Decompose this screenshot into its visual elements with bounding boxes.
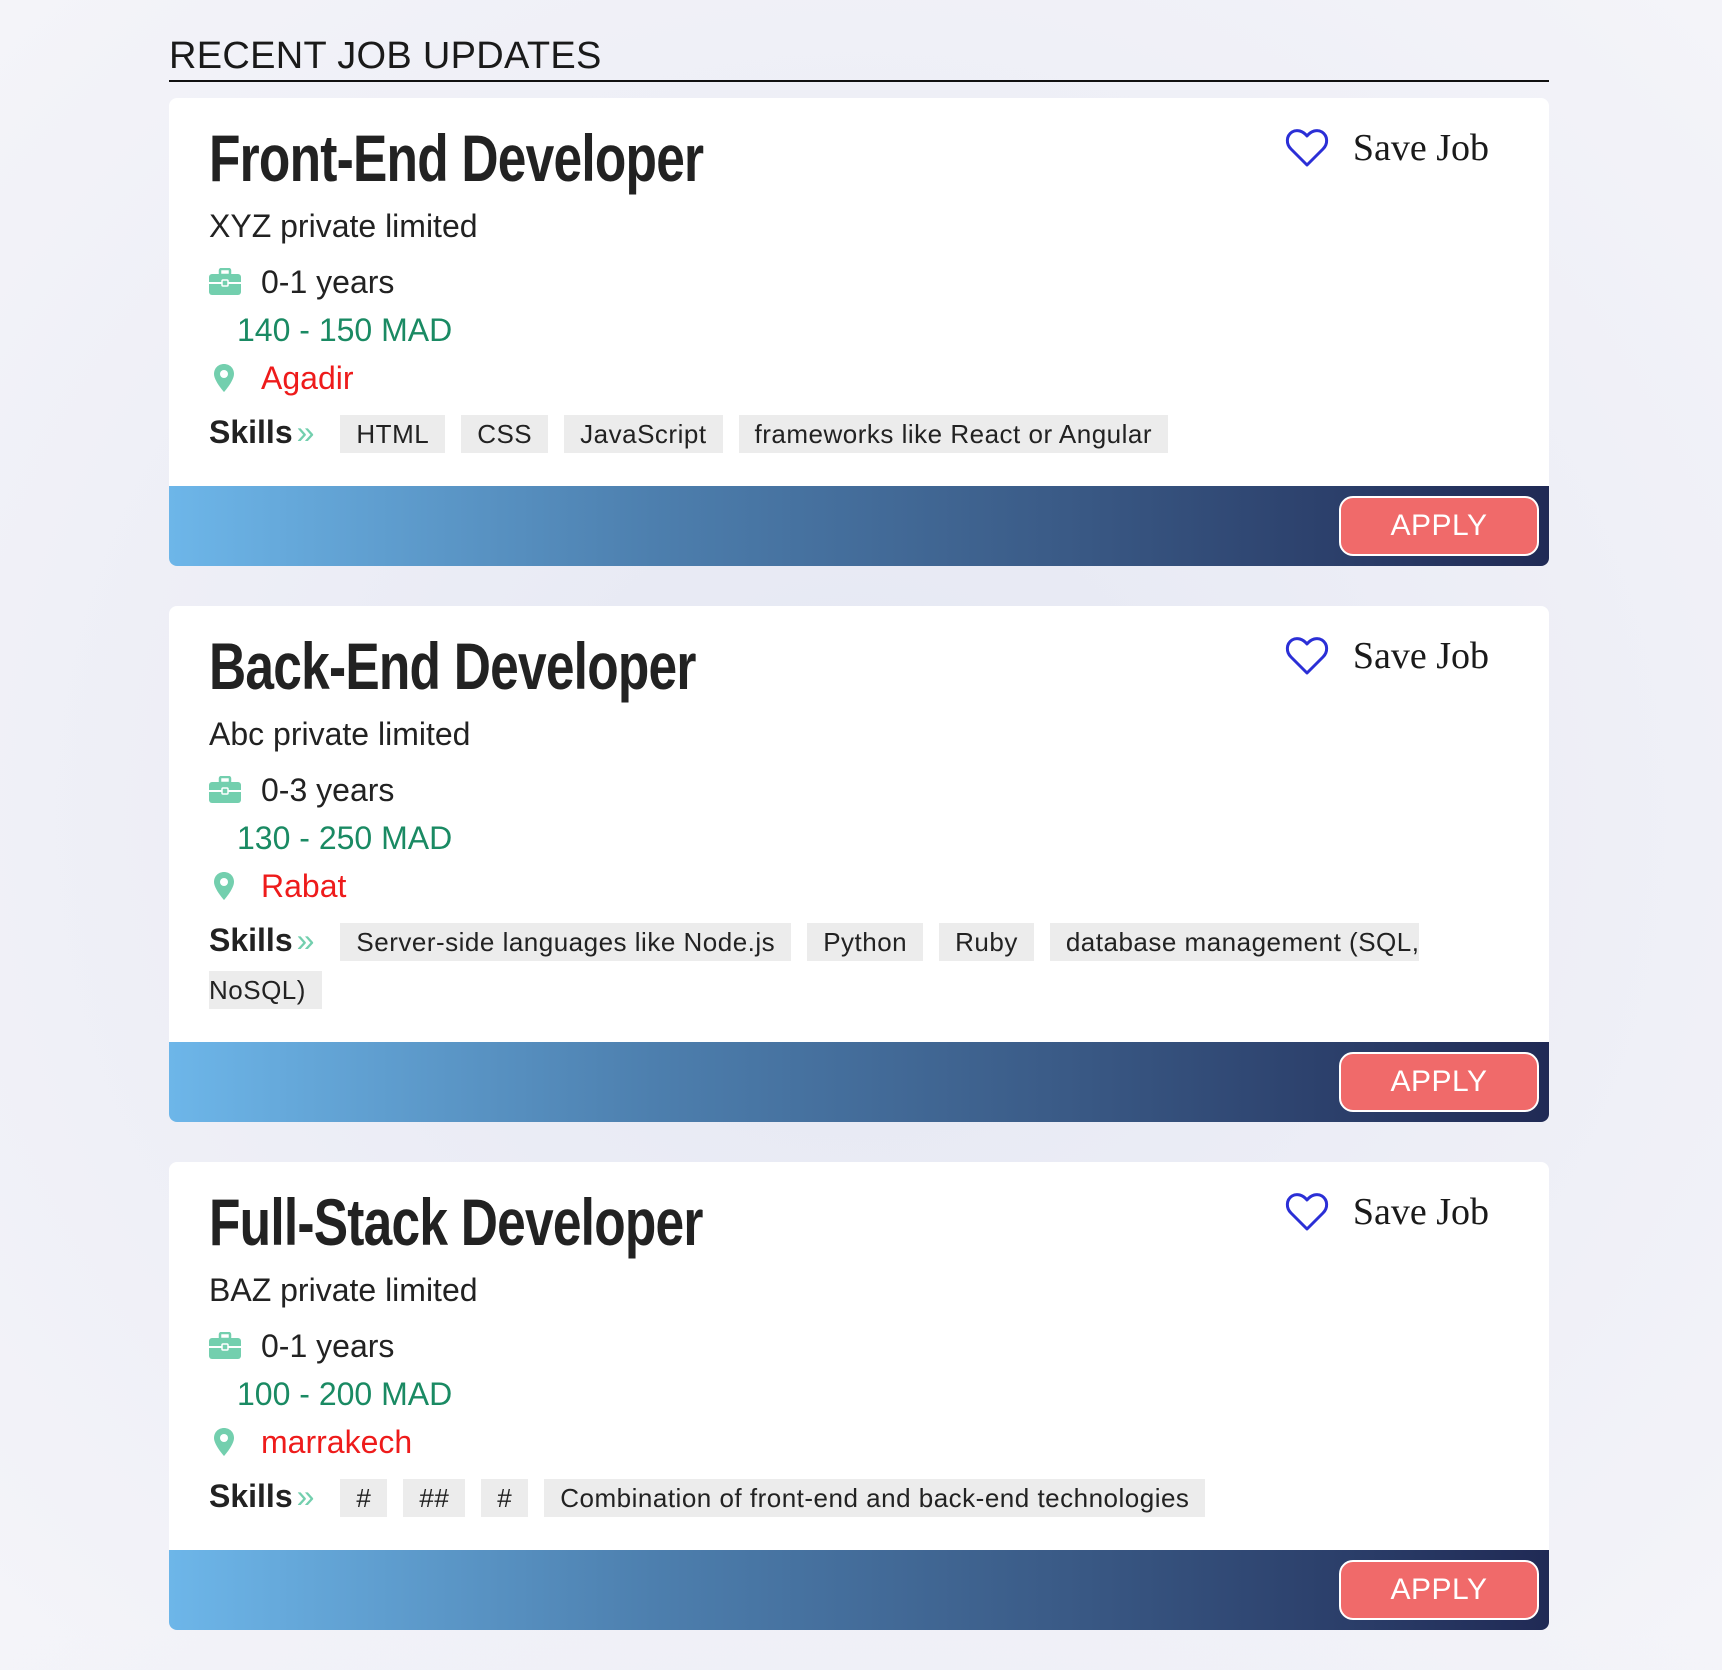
skill-tags: Server-side languages like Node.js Python… <box>209 923 1420 1009</box>
skills-label-text: Skills <box>209 1478 293 1514</box>
apply-button[interactable]: APPLY <box>1339 496 1539 556</box>
skills-list: Skills» Server-side languages like Node.j… <box>209 916 1509 1014</box>
double-chevron-right-icon: » <box>296 922 315 958</box>
save-job-button[interactable]: Save Job <box>1285 126 1489 170</box>
job-card-body: Full-Stack Developer Save Job BAZ privat… <box>169 1162 1549 1550</box>
company-name: Abc private limited <box>209 716 471 752</box>
skill-tag: Python <box>807 923 924 961</box>
job-list: Front-End Developer Save Job XYZ private… <box>169 98 1549 1630</box>
skills-list: Skills» HTML CSS JavaScript frameworks like … <box>209 408 1509 458</box>
heart-icon[interactable] <box>1285 1192 1329 1232</box>
experience-text: 0-1 years <box>261 264 395 300</box>
save-job-label[interactable]: Save Job <box>1353 1190 1489 1234</box>
skill-tag: HTML <box>340 415 446 453</box>
save-job-label[interactable]: Save Job <box>1353 126 1489 170</box>
job-card-footer: APPLY <box>169 1042 1549 1122</box>
double-chevron-right-icon: » <box>296 414 315 450</box>
skill-tag: frameworks like React or Angular <box>738 415 1169 453</box>
skills-label-text: Skills <box>209 414 293 450</box>
skill-tag: Ruby <box>939 923 1034 961</box>
skill-tag: CSS <box>461 415 549 453</box>
job-card-footer: APPLY <box>169 1550 1549 1630</box>
experience-row: 0-3 years <box>209 770 1509 810</box>
experience-text: 0-1 years <box>261 1328 395 1364</box>
experience-row: 0-1 years <box>209 262 1509 302</box>
double-chevron-right-icon: » <box>296 1478 315 1514</box>
company-name: BAZ private limited <box>209 1272 478 1308</box>
location-text: Agadir <box>261 360 354 396</box>
salary-text: 130 - 250 MAD <box>237 820 453 856</box>
location-pin-icon <box>209 1427 261 1457</box>
job-card: Back-End Developer Save Job Abc private … <box>169 606 1549 1122</box>
heart-icon[interactable] <box>1285 128 1329 168</box>
salary-text: 140 - 150 MAD <box>237 312 453 348</box>
location-row: marrakech <box>209 1422 1509 1462</box>
job-title[interactable]: Full-Stack Developer <box>209 1184 1223 1260</box>
page: RECENT JOB UPDATES Front-End Developer S… <box>169 34 1549 1670</box>
save-job-button[interactable]: Save Job <box>1285 1190 1489 1234</box>
location-pin-icon <box>209 871 261 901</box>
location-text: Rabat <box>261 868 347 904</box>
heart-icon[interactable] <box>1285 636 1329 676</box>
skills-list: Skills» # ## # Combination of front-end and … <box>209 1472 1509 1522</box>
save-job-button[interactable]: Save Job <box>1285 634 1489 678</box>
job-card-footer: APPLY <box>169 486 1549 566</box>
skills-label-text: Skills <box>209 922 293 958</box>
experience-row: 0-1 years <box>209 1326 1509 1366</box>
company-name: XYZ private limited <box>209 208 478 244</box>
skills-label: Skills» <box>209 1478 314 1514</box>
job-title[interactable]: Front-End Developer <box>209 120 1223 196</box>
location-pin-icon <box>209 363 261 393</box>
skill-tags: # ## # Combination of front-end and back-en… <box>340 1479 1221 1517</box>
skills-label: Skills» <box>209 922 314 958</box>
briefcase-icon <box>209 268 261 296</box>
save-job-label[interactable]: Save Job <box>1353 634 1489 678</box>
location-text: marrakech <box>261 1424 413 1460</box>
skills-label: Skills» <box>209 414 314 450</box>
skill-tag: # <box>481 1479 529 1517</box>
section-title: RECENT JOB UPDATES <box>169 34 1549 82</box>
briefcase-icon <box>209 776 261 804</box>
location-row: Rabat <box>209 866 1509 906</box>
location-row: Agadir <box>209 358 1509 398</box>
job-card: Front-End Developer Save Job XYZ private… <box>169 98 1549 566</box>
briefcase-icon <box>209 1332 261 1360</box>
apply-button[interactable]: APPLY <box>1339 1560 1539 1620</box>
apply-button[interactable]: APPLY <box>1339 1052 1539 1112</box>
skill-tag: Combination of front-end and back-end te… <box>544 1479 1206 1517</box>
job-card-body: Front-End Developer Save Job XYZ private… <box>169 98 1549 486</box>
job-card: Full-Stack Developer Save Job BAZ privat… <box>169 1162 1549 1630</box>
skill-tags: HTML CSS JavaScript frameworks like React o… <box>340 415 1184 453</box>
job-card-body: Back-End Developer Save Job Abc private … <box>169 606 1549 1042</box>
salary-text: 100 - 200 MAD <box>237 1376 453 1412</box>
skill-tag: # <box>340 1479 388 1517</box>
job-title[interactable]: Back-End Developer <box>209 628 1223 704</box>
skill-tag: JavaScript <box>564 415 723 453</box>
skill-tag: Server-side languages like Node.js <box>340 923 792 961</box>
experience-text: 0-3 years <box>261 772 395 808</box>
skill-tag: ## <box>403 1479 466 1517</box>
